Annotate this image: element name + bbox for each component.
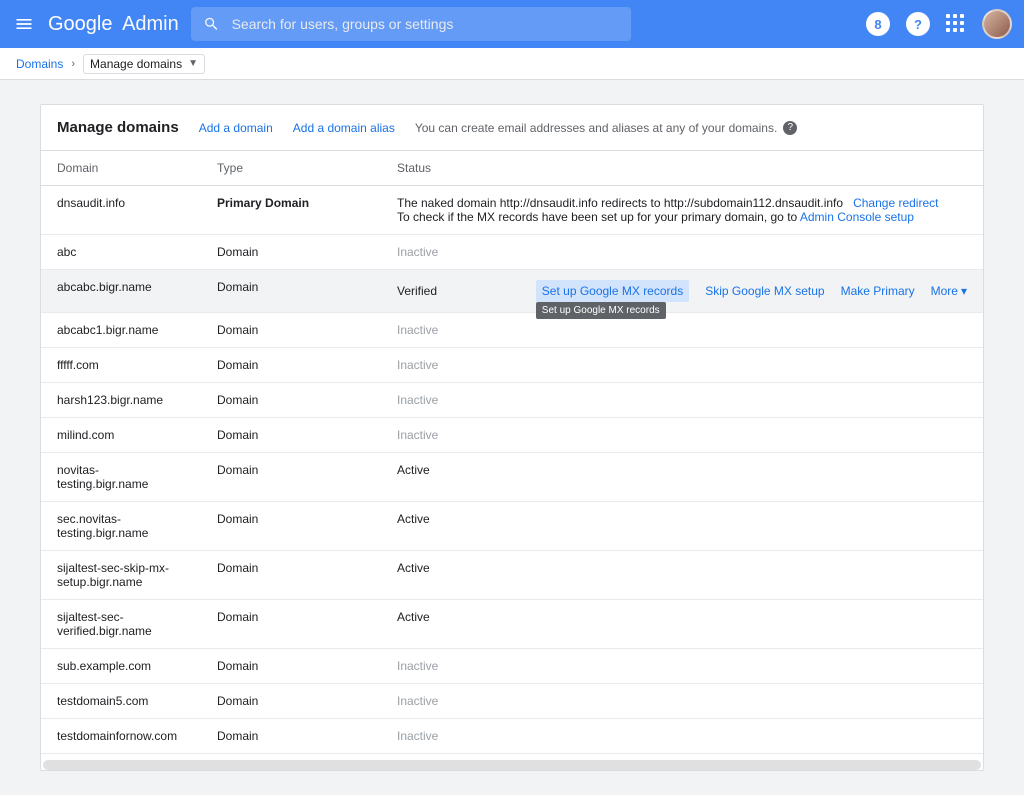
page: Manage domains Add a domain Add a domain… xyxy=(0,80,1024,795)
search-box[interactable] xyxy=(191,7,631,41)
cell-status: Inactive xyxy=(381,684,983,719)
brand-logo: Google Admin xyxy=(48,13,179,36)
cell-domain: dnsaudit.info xyxy=(41,186,201,235)
cell-type: Domain xyxy=(201,418,381,453)
cell-type: Domain xyxy=(201,453,381,502)
cell-status: Inactive xyxy=(381,313,983,348)
chevron-down-icon: ▾ xyxy=(961,284,967,298)
cell-domain: sijaltest-sec-verified.bigr.name xyxy=(41,600,201,649)
table-row[interactable]: abcDomainInactive xyxy=(41,235,983,270)
cell-domain: fffff.com xyxy=(41,348,201,383)
domains-table: Domain Type Status dnsaudit.info Primary… xyxy=(41,151,983,754)
apps-icon[interactable] xyxy=(946,14,966,34)
cell-type: Domain xyxy=(201,502,381,551)
cell-status: VerifiedSet up Google MX recordsSet up G… xyxy=(381,270,983,313)
admin-setup-link[interactable]: Admin Console setup xyxy=(800,210,914,224)
breadcrumb-root[interactable]: Domains xyxy=(16,57,63,71)
page-title: Manage domains xyxy=(57,119,179,136)
table-row[interactable]: testdomainfornow.comDomainInactive xyxy=(41,719,983,754)
table-row[interactable]: sijaltest-sec-verified.bigr.nameDomainAc… xyxy=(41,600,983,649)
search-input[interactable] xyxy=(230,15,619,33)
cell-status: Active xyxy=(381,453,983,502)
cell-domain: testdomainfornow.com xyxy=(41,719,201,754)
col-status: Status xyxy=(381,151,983,186)
breadcrumb-current[interactable]: Manage domains ▼ xyxy=(83,54,205,74)
cell-status: Inactive xyxy=(381,649,983,684)
table-row[interactable]: testdomain5.comDomainInactive xyxy=(41,684,983,719)
cell-type: Domain xyxy=(201,348,381,383)
add-alias-link[interactable]: Add a domain alias xyxy=(293,121,395,135)
cell-domain: sub.example.com xyxy=(41,649,201,684)
cell-type: Primary Domain xyxy=(201,186,381,235)
table-row[interactable]: harsh123.bigr.nameDomainInactive xyxy=(41,383,983,418)
table-row[interactable]: milind.comDomainInactive xyxy=(41,418,983,453)
cell-type: Domain xyxy=(201,383,381,418)
cell-domain: novitas-testing.bigr.name xyxy=(41,453,201,502)
cell-type: Domain xyxy=(201,313,381,348)
cell-type: Domain xyxy=(201,649,381,684)
search-icon xyxy=(203,15,220,33)
table-row[interactable]: fffff.comDomainInactive xyxy=(41,348,983,383)
menu-icon[interactable] xyxy=(12,12,36,36)
avatar[interactable] xyxy=(982,9,1012,39)
cell-type: Domain xyxy=(201,235,381,270)
cell-type: Domain xyxy=(201,719,381,754)
cell-domain: abcabc1.bigr.name xyxy=(41,313,201,348)
table-row[interactable]: sijaltest-sec-skip-mx-setup.bigr.nameDom… xyxy=(41,551,983,600)
chevron-down-icon: ▼ xyxy=(188,58,198,69)
table-row[interactable]: novitas-testing.bigr.nameDomainActive xyxy=(41,453,983,502)
horizontal-scrollbar[interactable] xyxy=(43,760,981,770)
card: Manage domains Add a domain Add a domain… xyxy=(40,104,984,771)
tooltip: Set up Google MX records xyxy=(536,302,666,319)
brand-admin: Admin xyxy=(122,13,179,36)
cell-status: Inactive xyxy=(381,418,983,453)
skip-mx-link[interactable]: Skip Google MX setup xyxy=(705,284,824,298)
cell-domain: sec.novitas-testing.bigr.name xyxy=(41,502,201,551)
cell-status: The naked domain http://dnsaudit.info re… xyxy=(381,186,983,235)
add-domain-link[interactable]: Add a domain xyxy=(199,121,273,135)
table-row[interactable]: sub.example.comDomainInactive xyxy=(41,649,983,684)
table-row[interactable]: abcabc1.bigr.nameDomainInactive xyxy=(41,313,983,348)
table-row-primary[interactable]: dnsaudit.info Primary Domain The naked d… xyxy=(41,186,983,235)
col-type: Type xyxy=(201,151,381,186)
cell-domain: milind.com xyxy=(41,418,201,453)
cell-domain: abc xyxy=(41,235,201,270)
top-bar: Google Admin 8 ? xyxy=(0,0,1024,48)
cell-status: Inactive xyxy=(381,235,983,270)
cell-domain: harsh123.bigr.name xyxy=(41,383,201,418)
make-primary-link[interactable]: Make Primary xyxy=(841,284,915,298)
cell-status: Inactive xyxy=(381,348,983,383)
cell-status: Inactive xyxy=(381,719,983,754)
cell-type: Domain xyxy=(201,270,381,313)
cell-domain: testdomain5.com xyxy=(41,684,201,719)
table-row[interactable]: abcabc.bigr.nameDomainVerifiedSet up Goo… xyxy=(41,270,983,313)
breadcrumb: Domains › Manage domains ▼ xyxy=(0,48,1024,80)
breadcrumb-current-label: Manage domains xyxy=(90,57,182,71)
card-header: Manage domains Add a domain Add a domain… xyxy=(41,105,983,151)
cell-type: Domain xyxy=(201,600,381,649)
change-redirect-link[interactable]: Change redirect xyxy=(853,196,938,210)
cell-status: Active xyxy=(381,502,983,551)
cell-type: Domain xyxy=(201,551,381,600)
chevron-right-icon: › xyxy=(71,58,75,70)
cell-type: Domain xyxy=(201,684,381,719)
help-icon[interactable]: ? xyxy=(783,121,797,135)
help-icon[interactable]: ? xyxy=(906,12,930,36)
setup-mx-link[interactable]: Set up Google MX recordsSet up Google MX… xyxy=(536,280,689,302)
cell-status: Active xyxy=(381,551,983,600)
more-menu[interactable]: More ▾ xyxy=(931,284,967,298)
notification-badge[interactable]: 8 xyxy=(866,12,890,36)
cell-domain: abcabc.bigr.name xyxy=(41,270,201,313)
cell-status: Inactive xyxy=(381,383,983,418)
cell-domain: sijaltest-sec-skip-mx-setup.bigr.name xyxy=(41,551,201,600)
cell-status: Active xyxy=(381,600,983,649)
brand-google: Google xyxy=(48,13,113,36)
col-domain: Domain xyxy=(41,151,201,186)
top-right-icons: 8 ? xyxy=(866,9,1012,39)
header-description: You can create email addresses and alias… xyxy=(415,121,797,135)
table-row[interactable]: sec.novitas-testing.bigr.nameDomainActiv… xyxy=(41,502,983,551)
